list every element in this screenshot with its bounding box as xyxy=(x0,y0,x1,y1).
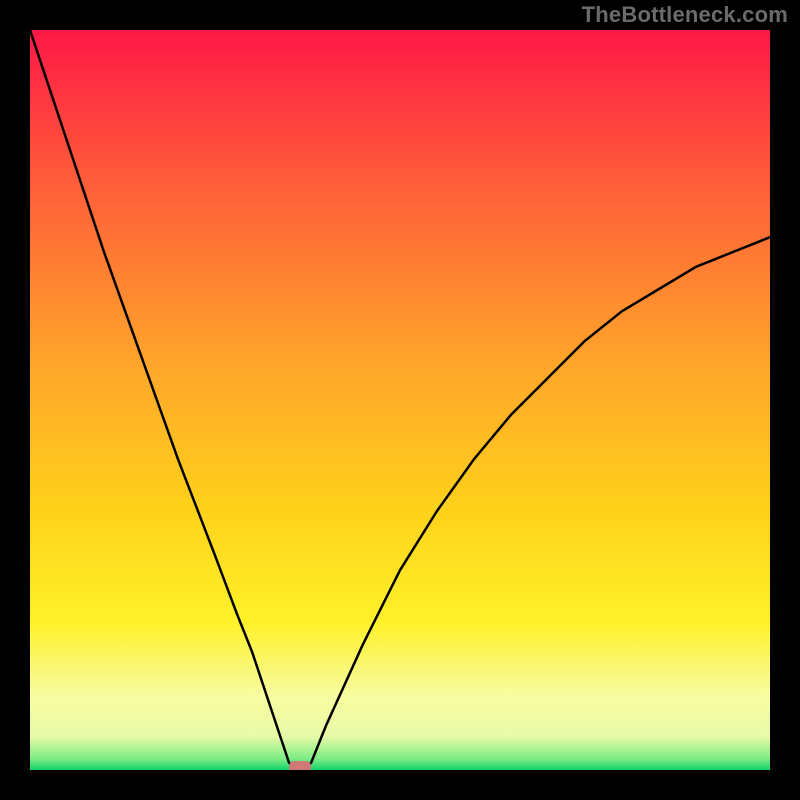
plot-area xyxy=(30,30,770,770)
chart-frame: TheBottleneck.com xyxy=(0,0,800,800)
chart-svg xyxy=(30,30,770,770)
gradient-background xyxy=(30,30,770,770)
minimum-marker xyxy=(289,761,311,770)
attribution-label: TheBottleneck.com xyxy=(582,2,788,28)
